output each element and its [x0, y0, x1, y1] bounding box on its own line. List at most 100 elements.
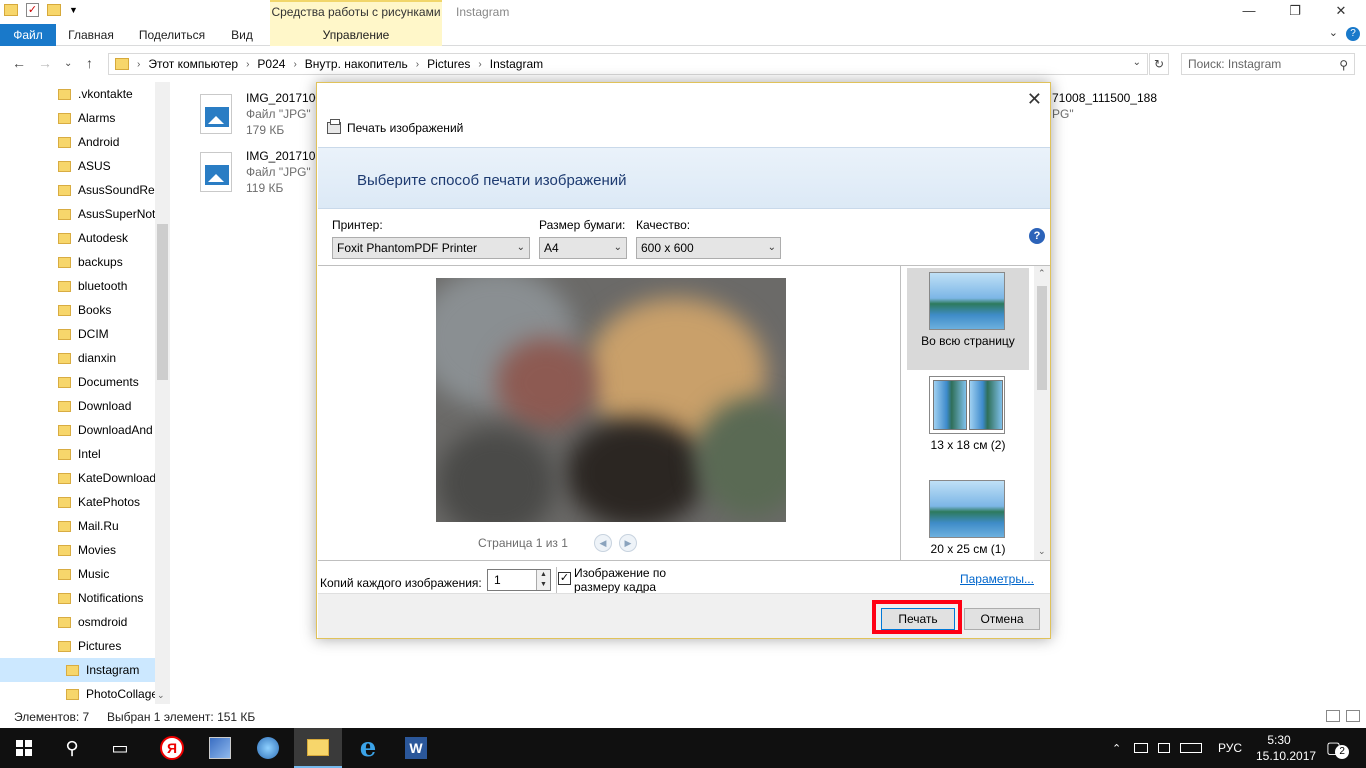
tree-item-osmdroid[interactable]: osmdroid — [0, 610, 156, 634]
recent-locations-icon[interactable]: ⌄ — [64, 58, 72, 69]
customize-toolbar-icon[interactable]: ▼ — [69, 5, 78, 15]
help-icon[interactable]: ? — [1346, 27, 1360, 41]
decrement-arrow-icon[interactable]: ▼ — [536, 580, 550, 590]
search-icon[interactable]: ⚲ — [48, 728, 96, 768]
tree-item-asus[interactable]: ASUS — [0, 154, 156, 178]
maximize-button[interactable]: ❐ — [1272, 0, 1318, 24]
tree-item-asussoundrec[interactable]: AsusSoundRec — [0, 178, 161, 202]
scroll-down-arrow-icon[interactable]: ⌄ — [1038, 546, 1046, 557]
breadcrumb-instagram[interactable]: Instagram — [490, 57, 543, 71]
volume-icon[interactable] — [1158, 743, 1170, 753]
tree-item-download[interactable]: Download — [0, 394, 156, 418]
back-arrow-icon[interactable]: ← — [12, 55, 26, 71]
file-explorer-button[interactable] — [294, 728, 342, 768]
internet-explorer-button[interactable]: e — [344, 728, 392, 768]
tree-item-books[interactable]: Books — [0, 298, 156, 322]
image-app-button[interactable] — [196, 728, 244, 768]
tree-item-intel[interactable]: Intel — [0, 442, 156, 466]
language-indicator[interactable]: РУС — [1218, 728, 1242, 768]
tab-manage[interactable]: Управление — [270, 24, 442, 46]
expand-ribbon-icon[interactable]: ⌄ — [1329, 26, 1338, 39]
search-input[interactable]: Поиск: Instagram ⚲ — [1181, 53, 1355, 75]
word-button[interactable]: W — [392, 728, 440, 768]
forward-arrow-icon[interactable]: → — [38, 55, 52, 71]
tree-item-alarms[interactable]: Alarms — [0, 106, 156, 130]
new-folder-icon[interactable] — [47, 4, 61, 16]
help-icon[interactable]: ? — [1029, 228, 1045, 244]
address-bar[interactable]: › Этот компьютер › P024 › Внутр. накопит… — [108, 53, 1148, 75]
tree-item-movies[interactable]: Movies — [0, 538, 156, 562]
fit-to-frame-checkbox[interactable]: ✓ — [558, 572, 571, 585]
tree-item-music[interactable]: Music — [0, 562, 156, 586]
file-name-partial[interactable]: 71008_111500_188 — [1052, 91, 1157, 105]
quality-label: Качество: — [636, 218, 691, 232]
yandex-browser-button[interactable]: Я — [148, 728, 196, 768]
copies-stepper[interactable]: 1 ▲ ▼ — [487, 569, 551, 591]
tab-home[interactable]: Главная — [60, 24, 122, 46]
tree-item-katedownload[interactable]: KateDownload — [0, 466, 156, 490]
quality-select[interactable]: 600 x 600 ⌄ — [636, 237, 781, 259]
action-center-button[interactable]: ▢ 2 — [1326, 728, 1350, 768]
keyboard-icon[interactable] — [1180, 743, 1202, 753]
tab-file[interactable]: Файл — [0, 24, 56, 46]
large-icons-view-icon[interactable] — [1346, 710, 1360, 722]
start-button[interactable] — [0, 728, 48, 768]
tab-share[interactable]: Поделиться — [134, 24, 210, 46]
next-page-button[interactable]: ▶ — [619, 534, 637, 552]
tree-item-bluetooth[interactable]: bluetooth — [0, 274, 156, 298]
address-dropdown-icon[interactable]: ⌄ — [1133, 57, 1141, 68]
refresh-button[interactable]: ↻ — [1149, 53, 1169, 75]
scroll-down-arrow-icon[interactable]: ⌄ — [157, 690, 165, 701]
dialog-close-icon[interactable]: ✕ — [1027, 89, 1042, 110]
tree-item-android[interactable]: Android — [0, 130, 156, 154]
sidebar-scrollbar[interactable] — [155, 82, 170, 704]
layout-scroll-thumb[interactable] — [1037, 286, 1047, 390]
tree-item-katephotos[interactable]: KatePhotos — [0, 490, 156, 514]
printer-select[interactable]: Foxit PhantomPDF Printer ⌄ — [332, 237, 530, 259]
paper-size-select[interactable]: A4 ⌄ — [539, 237, 627, 259]
scroll-up-arrow-icon[interactable]: ⌃ — [1038, 268, 1046, 279]
layout-full-page[interactable]: Во всю страницу — [907, 268, 1029, 370]
breadcrumb-storage[interactable]: Внутр. накопитель — [305, 57, 408, 71]
app-button[interactable] — [244, 728, 292, 768]
tree-item-downloadand[interactable]: DownloadAnd — [0, 418, 156, 442]
previous-page-button[interactable]: ◀ — [594, 534, 612, 552]
folder-icon — [66, 688, 79, 700]
file-item[interactable]: IMG_2017100 Файл "JPG" 179 КБ — [200, 91, 330, 139]
show-hidden-icons[interactable]: ⌃ — [1112, 728, 1121, 768]
title-bar: ✓ ▼ Средства работы с рисунками Instagra… — [0, 0, 1366, 24]
properties-icon[interactable]: ✓ — [26, 3, 39, 17]
layout-13x18[interactable]: 13 x 18 см (2) — [907, 372, 1029, 474]
tree-item-notifications[interactable]: Notifications — [0, 586, 156, 610]
breadcrumb-this-pc[interactable]: Этот компьютер — [148, 57, 238, 71]
fit-to-frame-label[interactable]: Изображение по размеру кадра — [574, 566, 684, 594]
clock[interactable]: 5:30 15.10.2017 — [1256, 732, 1316, 764]
details-view-icon[interactable] — [1326, 710, 1340, 722]
minimize-button[interactable]: — — [1226, 0, 1272, 24]
tree-item-pictures[interactable]: Pictures — [0, 634, 156, 658]
tree-item-autodesk[interactable]: Autodesk — [0, 226, 156, 250]
tree-item-dcim[interactable]: DCIM — [0, 322, 156, 346]
cancel-button[interactable]: Отмена — [964, 608, 1040, 630]
breadcrumb-device[interactable]: P024 — [257, 57, 285, 71]
tree-item-instagram[interactable]: Instagram — [0, 658, 156, 682]
options-link[interactable]: Параметры... — [960, 572, 1034, 586]
increment-arrow-icon[interactable]: ▲ — [536, 570, 550, 580]
file-item[interactable]: IMG_2017101 Файл "JPG" 119 КБ — [200, 149, 330, 197]
tab-view[interactable]: Вид — [222, 24, 262, 46]
tree-item-asussupernote[interactable]: AsusSuperNote — [0, 202, 162, 226]
tree-item-backups[interactable]: backups — [0, 250, 156, 274]
battery-icon[interactable] — [1134, 743, 1148, 753]
tree-item-documents[interactable]: Documents — [0, 370, 156, 394]
layout-20x25[interactable]: 20 x 25 см (1) — [907, 476, 1029, 578]
tree-item-photocollage[interactable]: PhotoCollage — [0, 682, 158, 704]
breadcrumb-pictures[interactable]: Pictures — [427, 57, 470, 71]
up-arrow-icon[interactable]: ↑ — [86, 55, 93, 71]
folder-icon[interactable] — [4, 4, 18, 16]
tree-item-vkontakte[interactable]: .vkontakte — [0, 82, 156, 106]
tree-item-mailru[interactable]: Mail.Ru — [0, 514, 156, 538]
close-window-button[interactable]: ✕ — [1318, 0, 1364, 24]
task-view-icon[interactable]: ▭ — [96, 728, 144, 768]
sidebar-scroll-thumb[interactable] — [157, 224, 168, 380]
tree-item-dianxin[interactable]: dianxin — [0, 346, 156, 370]
